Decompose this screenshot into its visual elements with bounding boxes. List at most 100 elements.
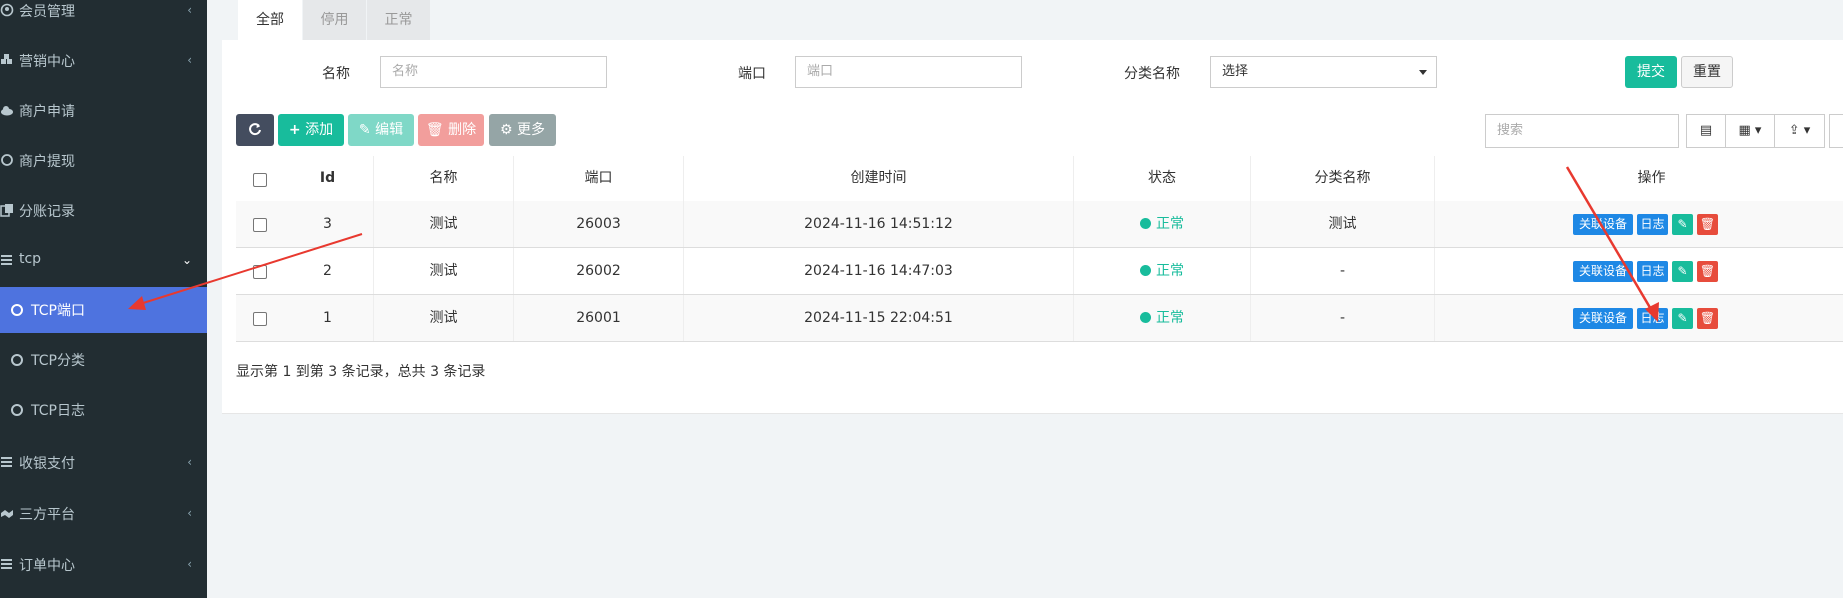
- export-button[interactable]: ⇪ ▾: [1774, 114, 1825, 148]
- link-device-button[interactable]: 关联设备: [1573, 308, 1633, 329]
- row-checkbox[interactable]: [253, 265, 267, 279]
- cell-actions: 关联设备 日志 ✎ 🗑: [1435, 201, 1843, 247]
- cell-status[interactable]: 正常: [1074, 201, 1251, 247]
- cell-created: 2024-11-16 14:47:03: [684, 248, 1074, 294]
- sidebar-item-orders[interactable]: 订单中心 ‹: [0, 542, 207, 588]
- column-header-port[interactable]: 端口: [514, 156, 684, 201]
- plus-icon: +: [288, 122, 301, 138]
- search-input[interactable]: 搜索: [1485, 114, 1679, 148]
- select-all-checkbox[interactable]: [253, 173, 267, 187]
- column-header-created[interactable]: 创建时间: [684, 156, 1074, 201]
- delete-button[interactable]: 🗑 删除: [418, 114, 484, 146]
- sidebar-item-label: 营销中心: [19, 54, 75, 70]
- row-edit-button[interactable]: ✎: [1672, 261, 1693, 282]
- row-checkbox[interactable]: [253, 218, 267, 232]
- row-select-cell: [236, 248, 282, 294]
- log-button[interactable]: 日志: [1637, 261, 1668, 282]
- port-input[interactable]: 端口: [795, 56, 1022, 88]
- chevron-left-icon: ‹: [187, 53, 192, 67]
- cell-status[interactable]: 正常: [1074, 295, 1251, 341]
- columns-button[interactable]: ▦ ▾: [1725, 114, 1775, 148]
- pencil-icon: ✎: [358, 122, 371, 138]
- sidebar-item-cashier[interactable]: 收银支付 ‹: [0, 440, 207, 486]
- cell-category: -: [1251, 295, 1435, 341]
- sidebar-item-tcp[interactable]: tcp ⌄: [0, 238, 207, 284]
- submit-button[interactable]: 提交: [1625, 56, 1677, 88]
- column-header-id[interactable]: Id: [282, 156, 374, 201]
- cell-name: 测试: [374, 201, 514, 247]
- row-delete-button[interactable]: 🗑: [1697, 214, 1718, 235]
- sidebar-item-label: 商户提现: [19, 154, 75, 170]
- category-select[interactable]: 选择: [1210, 56, 1437, 88]
- list-icon: [0, 557, 14, 571]
- cell-created: 2024-11-15 22:04:51: [684, 295, 1074, 341]
- chevron-left-icon: ‹: [187, 557, 192, 571]
- sidebar-item-label: 订单中心: [19, 558, 75, 574]
- status-text: 正常: [1156, 263, 1184, 279]
- status-dot-icon: [1140, 265, 1151, 276]
- category-select-value: 选择: [1222, 64, 1249, 79]
- sidebar-item-tcp-log[interactable]: TCP日志: [0, 387, 207, 433]
- category-label: 分类名称: [1124, 66, 1180, 82]
- tab-all[interactable]: 全部: [238, 0, 302, 40]
- tab-normal[interactable]: 正常: [367, 0, 430, 40]
- delete-button-label: 删除: [448, 122, 477, 138]
- toggle-view-button[interactable]: ▤: [1686, 114, 1726, 148]
- port-label: 端口: [738, 66, 766, 82]
- sidebar-item-member[interactable]: 会员管理 ‹: [0, 0, 207, 34]
- handshake-icon: [0, 506, 14, 520]
- row-delete-button[interactable]: 🗑: [1697, 308, 1718, 329]
- link-device-button[interactable]: 关联设备: [1573, 261, 1633, 282]
- sidebar-item-third-party[interactable]: 三方平台 ‹: [0, 491, 207, 537]
- status-text: 正常: [1156, 216, 1184, 232]
- log-button[interactable]: 日志: [1637, 214, 1668, 235]
- edit-button[interactable]: ✎ 编辑: [348, 114, 414, 146]
- column-header-name[interactable]: 名称: [374, 156, 514, 201]
- column-header-category[interactable]: 分类名称: [1251, 156, 1435, 201]
- link-device-button[interactable]: 关联设备: [1573, 214, 1633, 235]
- sidebar-item-label: 收银支付: [19, 456, 75, 472]
- cubes-icon: [0, 53, 14, 67]
- name-input[interactable]: 名称: [380, 56, 607, 88]
- row-checkbox[interactable]: [253, 312, 267, 326]
- cell-name: 测试: [374, 248, 514, 294]
- more-view-button[interactable]: [1829, 114, 1843, 148]
- row-edit-button[interactable]: ✎: [1672, 214, 1693, 235]
- add-button[interactable]: + 添加: [278, 114, 344, 146]
- sidebar-item-label: 商户申请: [19, 104, 75, 120]
- cell-actions: 关联设备 日志 ✎ 🗑: [1435, 295, 1843, 341]
- sidebar-item-merchant-withdraw[interactable]: 商户提现: [0, 138, 207, 184]
- cell-status[interactable]: 正常: [1074, 248, 1251, 294]
- tab-bar: 全部 停用 正常: [222, 0, 1843, 40]
- sidebar-item-tcp-category[interactable]: TCP分类: [0, 337, 207, 383]
- cloud-icon: [0, 103, 14, 117]
- sidebar-item-split-records[interactable]: 分账记录: [0, 188, 207, 234]
- table-header: Id 名称 端口 创建时间 状态 分类名称 操作: [236, 156, 1843, 202]
- caret-down-icon: [1419, 70, 1427, 75]
- status-dot-icon: [1140, 312, 1151, 323]
- column-header-status[interactable]: 状态: [1074, 156, 1251, 201]
- chevron-left-icon: ‹: [187, 3, 192, 17]
- row-delete-button[interactable]: 🗑: [1697, 261, 1718, 282]
- sidebar-item-label: 分账记录: [19, 204, 75, 220]
- list-alt-icon: ▤: [1699, 123, 1713, 138]
- more-button[interactable]: ⚙ 更多: [489, 114, 556, 146]
- cell-category: -: [1251, 248, 1435, 294]
- sidebar-item-merchant-apply[interactable]: 商户申请: [0, 88, 207, 134]
- refresh-button[interactable]: [236, 114, 274, 146]
- chevron-left-icon: ‹: [187, 455, 192, 469]
- add-button-label: 添加: [305, 122, 334, 138]
- cell-port: 26003: [514, 201, 684, 247]
- tab-disabled[interactable]: 停用: [303, 0, 366, 40]
- log-button[interactable]: 日志: [1637, 308, 1668, 329]
- column-header-actions: 操作: [1637, 170, 1666, 186]
- edit-button-label: 编辑: [375, 122, 404, 138]
- reset-button[interactable]: 重置: [1681, 56, 1733, 88]
- cell-id: 1: [282, 295, 374, 341]
- sidebar-item-marketing[interactable]: 营销中心 ‹: [0, 38, 207, 84]
- sidebar-item-tcp-port[interactable]: TCP端口: [0, 287, 207, 333]
- row-edit-button[interactable]: ✎: [1672, 308, 1693, 329]
- cell-created: 2024-11-16 14:51:12: [684, 201, 1074, 247]
- list-icon: [0, 253, 14, 267]
- chevron-down-icon: ⌄: [181, 253, 192, 267]
